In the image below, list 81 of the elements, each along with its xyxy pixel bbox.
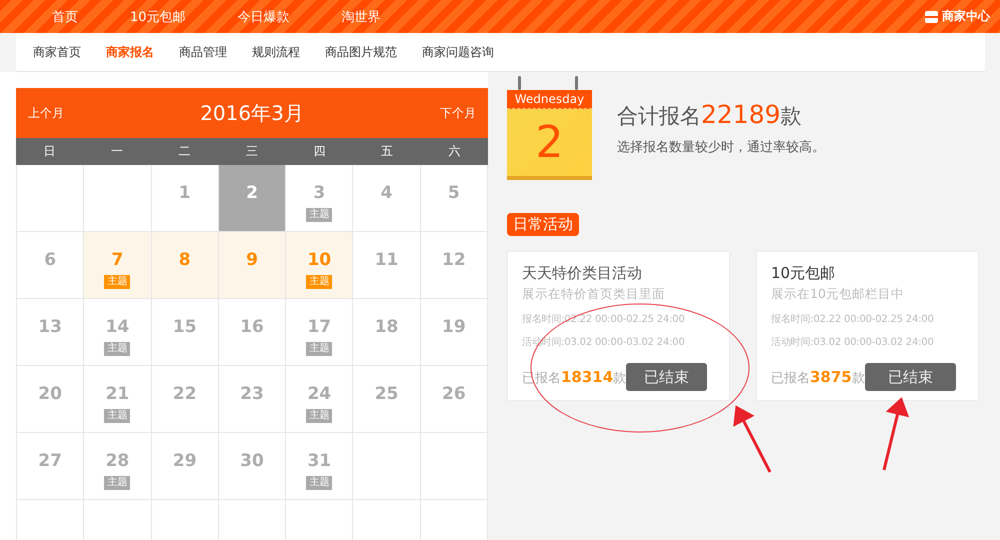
- day-number: 14: [106, 317, 130, 337]
- activity-description: 展示在10元包邮栏目中: [771, 286, 905, 303]
- sub-nav-tab[interactable]: 商品图片规范: [325, 44, 397, 60]
- day-number: 20: [38, 384, 62, 404]
- ended-button[interactable]: 已结束: [626, 363, 707, 391]
- theme-tag: 主题: [104, 342, 130, 356]
- day-number: 4: [380, 183, 392, 203]
- day-number: 19: [442, 317, 466, 337]
- day-number: 28: [106, 451, 130, 471]
- activity-title: 天天特价类目活动: [522, 264, 643, 283]
- day-number: 13: [38, 317, 62, 337]
- day-number: 21: [106, 384, 130, 404]
- next-month-link[interactable]: 下个月: [440, 104, 476, 122]
- day-number: 15: [172, 317, 197, 337]
- theme-tag: 主题: [306, 208, 332, 222]
- total-signups-text: 合计报名 22189款: [617, 100, 803, 130]
- day-number: 27: [38, 451, 62, 471]
- hint-text: 选择报名数量较少时，通过率较高。: [617, 139, 825, 156]
- day-number: 2: [246, 183, 258, 203]
- sub-nav-tab[interactable]: 商品管理: [179, 44, 227, 60]
- store-icon: [925, 10, 938, 22]
- weekday-label: 六: [447, 143, 462, 160]
- calendar-day[interactable]: 9: [218, 232, 286, 299]
- date-number: 2: [536, 120, 564, 164]
- day-number: 3: [313, 183, 326, 203]
- sub-nav-tab[interactable]: 商家首页: [33, 44, 81, 60]
- activity-time-text: 活动时间:03.02 00:00-03.02 24:00: [771, 336, 935, 349]
- theme-tag: 主题: [104, 409, 130, 423]
- day-number: 9: [246, 250, 258, 270]
- calendar-day[interactable]: 8: [152, 232, 219, 299]
- nav-link[interactable]: 10元包邮: [130, 8, 186, 26]
- nav-link[interactable]: 淘世界: [342, 8, 381, 26]
- day-number: 22: [172, 384, 197, 404]
- day-number: 25: [374, 384, 398, 404]
- section-badge: 日常活动: [507, 213, 579, 236]
- sub-nav-tab[interactable]: 规则流程: [252, 44, 300, 60]
- weekday-label: 二: [178, 143, 192, 160]
- weekday-label: Wednesday: [514, 92, 584, 106]
- calendar-day[interactable]: 7 主题: [84, 232, 152, 299]
- merchant-center-link[interactable]: 商家中心: [942, 8, 990, 25]
- annotation-arrow: [733, 405, 772, 473]
- sub-nav-tab[interactable]: 商家报名: [106, 44, 154, 60]
- day-number: 23: [240, 384, 264, 404]
- signup-time-text: 报名时间:02.22 00:00-02.25 24:00: [771, 312, 935, 326]
- nav-link[interactable]: 首页: [52, 8, 78, 26]
- day-number: 16: [240, 317, 264, 337]
- day-number: 26: [442, 384, 466, 404]
- weekday-label: 四: [312, 143, 326, 160]
- day-number: 5: [448, 183, 460, 203]
- weekday-label: 日: [42, 143, 57, 160]
- day-number: 18: [374, 317, 398, 337]
- day-number: 6: [44, 250, 56, 270]
- theme-tag: 主题: [104, 476, 130, 490]
- calendar-day[interactable]: 10 主题: [286, 232, 354, 299]
- sub-nav-tab[interactable]: 商家问题咨询: [422, 44, 494, 60]
- signup-count-text: 已报名 3875款: [771, 368, 865, 386]
- theme-tag: 主题: [306, 476, 332, 490]
- theme-tag: 主题: [104, 275, 130, 289]
- day-number: 11: [374, 250, 398, 270]
- day-number: 30: [240, 451, 264, 471]
- day-number: 12: [442, 250, 466, 270]
- nav-link[interactable]: 今日爆款: [238, 8, 290, 26]
- day-number: 10: [307, 250, 332, 270]
- weekday-label: 三: [244, 143, 259, 160]
- month-title: 2016年3月: [200, 100, 304, 126]
- day-number: 24: [307, 384, 332, 404]
- day-number: 31: [307, 451, 332, 471]
- day-number: 8: [178, 250, 191, 270]
- theme-tag: 主题: [306, 342, 332, 356]
- day-number: 17: [307, 317, 332, 337]
- activity-description: 展示在特价首页类目里面: [522, 286, 666, 303]
- day-number: 7: [112, 250, 124, 270]
- theme-tag: 主题: [306, 409, 332, 423]
- theme-tag: 主题: [306, 275, 332, 289]
- day-number: 1: [178, 183, 191, 203]
- ended-button[interactable]: 已结束: [864, 363, 956, 391]
- weekday-label: 一: [110, 143, 124, 160]
- weekday-label: 五: [380, 143, 394, 160]
- prev-month-link[interactable]: 上个月: [28, 104, 64, 122]
- activity-title: 10元包邮: [771, 264, 836, 283]
- day-number: 29: [172, 451, 197, 471]
